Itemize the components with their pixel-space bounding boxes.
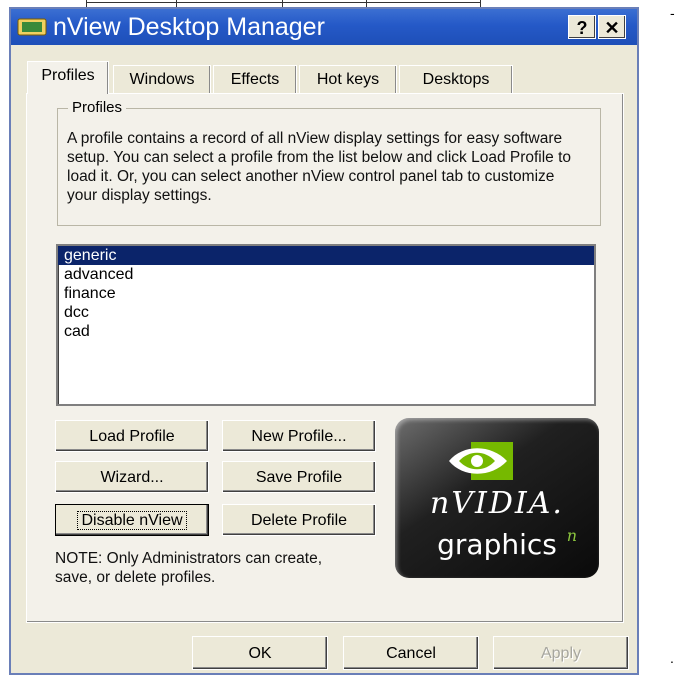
profiles-description: A profile contains a record of all nView… xyxy=(67,130,572,204)
cancel-button[interactable]: Cancel xyxy=(343,636,479,670)
delete-profile-button[interactable]: Delete Profile xyxy=(222,504,376,536)
list-item[interactable]: dcc xyxy=(58,303,594,322)
save-profile-button[interactable]: Save Profile xyxy=(222,461,376,493)
list-item[interactable]: generic xyxy=(58,246,594,265)
margin-mark: . xyxy=(670,650,674,666)
wizard-label: Wizard... xyxy=(100,469,164,486)
groupbox-title: Profiles xyxy=(68,99,127,116)
title-bar[interactable]: nView Desktop Manager ? ✕ xyxy=(11,9,637,45)
nvidia-eye-icon xyxy=(449,442,513,480)
profiles-groupbox: Profiles A profile contains a record of … xyxy=(57,99,601,226)
list-item[interactable]: finance xyxy=(58,284,594,303)
window-title: nView Desktop Manager xyxy=(53,13,325,41)
list-item[interactable]: advanced xyxy=(58,265,594,284)
app-icon xyxy=(17,18,47,36)
wizard-button[interactable]: Wizard... xyxy=(55,461,209,493)
guide-line-horizontal xyxy=(86,2,480,3)
save-profile-label: Save Profile xyxy=(255,469,343,486)
tab-hot-keys[interactable]: Hot keys xyxy=(299,65,397,93)
close-button[interactable]: ✕ xyxy=(598,15,626,39)
tab-desktops[interactable]: Desktops xyxy=(399,65,513,93)
help-button[interactable]: ? xyxy=(568,15,596,39)
nvidia-wordmark: nVIDIA. xyxy=(430,486,564,521)
nview-dialog: nView Desktop Manager ? ✕ Profiles Windo… xyxy=(9,7,639,675)
tab-windows[interactable]: Windows xyxy=(113,65,211,93)
list-item[interactable]: cad xyxy=(58,322,594,341)
new-profile-button[interactable]: New Profile... xyxy=(222,420,376,452)
delete-profile-label: Delete Profile xyxy=(250,512,348,529)
margin-mark: - xyxy=(670,5,675,21)
tab-profiles[interactable]: Profiles xyxy=(27,61,109,94)
disable-nview-label: Disable nView xyxy=(77,511,187,530)
profile-list[interactable]: generic advanced finance dcc cad xyxy=(56,244,596,406)
tab-effects[interactable]: Effects xyxy=(213,65,297,93)
admin-note: NOTE: Only Administrators can create, sa… xyxy=(55,550,323,586)
load-profile-button[interactable]: Load Profile xyxy=(55,420,209,452)
ok-button[interactable]: OK xyxy=(192,636,328,670)
load-profile-label: Load Profile xyxy=(89,428,175,445)
disable-nview-button[interactable]: Disable nView xyxy=(55,504,209,536)
logo-superscript: n xyxy=(566,526,577,545)
profiles-panel: Profiles A profile contains a record of … xyxy=(26,93,624,623)
new-profile-label: New Profile... xyxy=(251,428,347,445)
nvidia-logo: nVIDIA. graphics n xyxy=(395,418,599,578)
apply-button[interactable]: Apply xyxy=(493,636,629,670)
